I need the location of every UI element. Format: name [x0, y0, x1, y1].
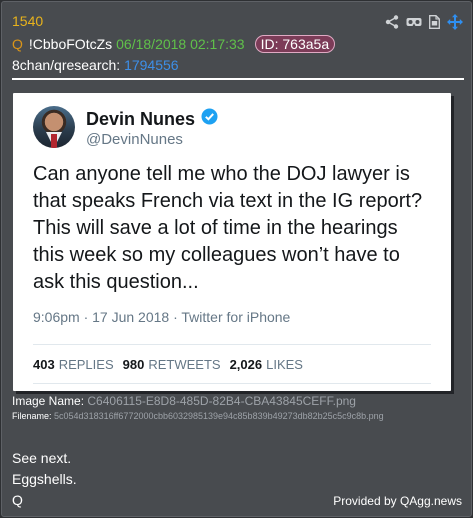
q-marker: Q — [12, 36, 23, 52]
likes-count: 2,026 — [229, 357, 263, 372]
image-name-label: Image Name: — [12, 394, 85, 408]
post-body: See next. Eggshells. Q — [12, 448, 77, 511]
tweet-divider-bottom — [33, 383, 431, 384]
share-icon[interactable] — [385, 15, 399, 29]
image-name-line: Image Name: C6406115-E8D8-485D-82B4-CBA4… — [12, 394, 356, 408]
avatar-tie — [51, 134, 57, 148]
board-name: 8chan/qresearch: — [12, 57, 121, 73]
poster-id-badge[interactable]: ID: 763a5a — [254, 35, 336, 53]
board-post-link[interactable]: 1794556 — [124, 57, 179, 73]
retweets-count: 980 — [122, 357, 145, 372]
post-card: 1540 Q !CbboFOtcZs 06/18/2018 02:17:33 I… — [1, 1, 472, 517]
post-body-line: Eggshells. — [12, 471, 77, 487]
post-body-line: See next. — [12, 450, 72, 466]
avatar — [33, 106, 75, 148]
move-icon[interactable] — [447, 14, 463, 30]
post-number: 1540 — [12, 13, 44, 29]
tweet-stats: 403 REPLIES 980 RETWEETS 2,026 LIKES — [33, 357, 312, 372]
tweet-screenshot-image[interactable]: Devin Nunes @DevinNunes Can anyone tell … — [13, 93, 451, 391]
filename-label: Filename: — [12, 411, 52, 421]
tripcode: !CbboFOtcZs — [28, 36, 113, 52]
post-header: Q !CbboFOtcZs 06/18/2018 02:17:33 ID: 76… — [12, 35, 336, 53]
tweet-author-name: Devin Nunes — [86, 108, 218, 130]
post-signature: Q — [12, 492, 23, 508]
post-toolbar — [385, 14, 463, 30]
replies-label: REPLIES — [58, 357, 114, 372]
tweet-text: Can anyone tell me who the DOJ lawyer is… — [33, 163, 423, 293]
replies-count: 403 — [33, 357, 55, 372]
likes-label: LIKES — [266, 357, 303, 372]
tweet-divider — [33, 344, 431, 345]
verified-check-icon — [201, 108, 218, 130]
post-datetime: 06/18/2018 02:17:33 — [116, 36, 245, 52]
board-source: 8chan/qresearch: 1794556 — [12, 57, 179, 73]
header-divider — [12, 78, 464, 80]
tweet-author-name-text: Devin Nunes — [86, 108, 196, 129]
tweet-meta: 9:06pm · 17 Jun 2018 · Twitter for iPhon… — [33, 309, 291, 325]
provided-by-credit: Provided by QAgg.news — [333, 494, 462, 508]
filename[interactable]: 5c054d318316ff6772000cbb6032985139e94c85… — [54, 411, 384, 421]
glasses-icon[interactable] — [406, 16, 422, 28]
tweet-author-handle: @DevinNunes — [86, 131, 183, 148]
retweets-label: RETWEETS — [148, 357, 221, 372]
filename-line: Filename: 5c054d318316ff6772000cbb603298… — [12, 411, 384, 421]
image-name[interactable]: C6406115-E8D8-485D-82B4-CBA43845CEFF.png — [87, 394, 356, 408]
document-icon[interactable] — [429, 15, 440, 29]
